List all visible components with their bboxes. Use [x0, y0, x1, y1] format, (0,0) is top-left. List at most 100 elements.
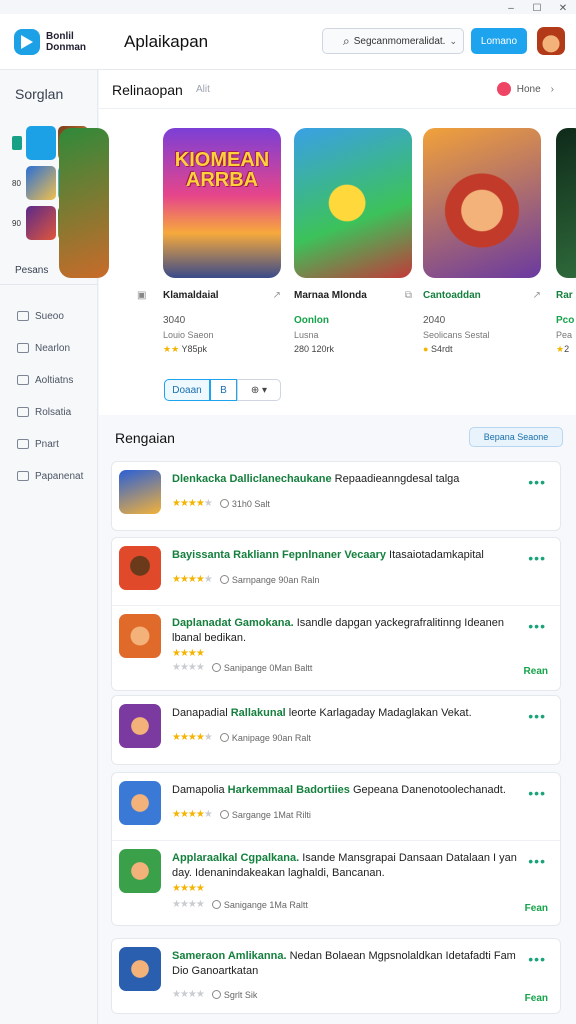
- card-line-4: ★★ Y85pk: [163, 344, 208, 354]
- item-meta-rating: ★★★★: [172, 883, 212, 894]
- app-icon: [119, 947, 161, 991]
- nav-icon: [17, 407, 29, 417]
- sidebar-item-label: Nearlon: [35, 342, 71, 354]
- sidebar-item-pnart[interactable]: Pnart: [17, 428, 83, 460]
- clock-icon: [219, 733, 229, 742]
- header-primary-button[interactable]: Lomano: [471, 28, 527, 54]
- card-name[interactable]: Marnaa Mlonda: [294, 290, 412, 301]
- share-icon[interactable]: ↗: [273, 290, 281, 301]
- list-card: Danapadial Rallakunal leorte Karlagaday …: [111, 695, 561, 765]
- item-link[interactable]: Rean: [524, 666, 548, 677]
- sidebar-item-aoltiatns[interactable]: Aoltiatns: [17, 364, 83, 396]
- featured-card[interactable]: [294, 128, 412, 278]
- list-item[interactable]: Damapolia Harkemmaal Badortiies Gepeana …: [112, 773, 560, 841]
- sidebar-user-label: Pesans: [15, 264, 49, 276]
- more-options-icon[interactable]: •••: [528, 618, 546, 634]
- segment-doaan[interactable]: Doaan: [164, 379, 210, 401]
- divider: [0, 284, 97, 285]
- card-line-3: Lusna: [294, 330, 319, 340]
- rating-stars: ★★★★★: [172, 498, 213, 509]
- list-item[interactable]: Danapadial Rallakunal leorte Karlagaday …: [112, 696, 560, 764]
- card-meta: Cantoaddan ↗ 2040 Seolicans Sestal ● S4r…: [423, 290, 541, 354]
- item-meta: ★★★★★ Sargange 1Mat Rilti: [172, 809, 311, 820]
- sidebar-item-nearlon[interactable]: Nearlon: [17, 332, 83, 364]
- share-icon[interactable]: ↗: [533, 290, 541, 301]
- card-name[interactable]: Cantoaddan: [423, 290, 541, 301]
- nav-icon: [17, 343, 29, 353]
- search-icon: ⌕: [343, 33, 350, 48]
- more-options-icon[interactable]: •••: [528, 785, 546, 801]
- thumb-game-tile[interactable]: [26, 206, 56, 240]
- rating-stars-muted: ★★★★: [172, 662, 205, 673]
- list-card: Damapolia Harkemmaal Badortiies Gepeana …: [111, 772, 561, 926]
- chevron-down-icon[interactable]: ⌄: [449, 36, 457, 47]
- app-icon: [119, 849, 161, 893]
- more-options-icon[interactable]: •••: [528, 853, 546, 869]
- sidebar-item-label: Aoltiatns: [35, 374, 74, 386]
- card-line-2: 3040: [163, 315, 186, 326]
- segment-b[interactable]: B: [210, 379, 237, 401]
- app-icon: [119, 546, 161, 590]
- thumb-app-tile[interactable]: [26, 126, 56, 160]
- list-item[interactable]: Bayissanta Rakliann Fepnlnaner Vecaary I…: [112, 538, 560, 606]
- item-meta: ★★★★ Sgrlt Sik: [172, 989, 258, 1000]
- app-logo-icon[interactable]: [14, 28, 40, 55]
- card-name[interactable]: Rar: [556, 290, 576, 301]
- thumb-badge: [12, 136, 22, 150]
- card-line-4: ● S4rdt: [423, 344, 453, 354]
- sidebar-item-label: Rolsatia: [35, 406, 72, 418]
- more-options-icon[interactable]: •••: [528, 550, 546, 566]
- list-card: Sameraon Amlikanna. Nedan Bolaean Mgpsno…: [111, 938, 561, 1014]
- divider: [99, 108, 576, 109]
- item-meta: ★★★★★ Sarnpange 90an Raln: [172, 574, 320, 585]
- featured-subtitle: Alit: [196, 84, 210, 95]
- item-meta-rating: ★★★★: [172, 648, 212, 659]
- featured-card[interactable]: [423, 128, 541, 278]
- thumb-game-tile[interactable]: [26, 166, 56, 200]
- list-card: Bayissanta Rakliann Fepnlnaner Vecaary I…: [111, 537, 561, 691]
- item-text: Applaraalkal Cgpalkana. Isande Mansgrapa…: [172, 852, 517, 879]
- app-icon: [119, 781, 161, 825]
- card-art-title: KIOMEAN ARRBA: [174, 149, 270, 191]
- sidebar-item-sueoo[interactable]: Sueoo: [17, 300, 83, 332]
- sidebar-item-papanenat[interactable]: Papanenat: [17, 460, 83, 492]
- featured-card-partial-right[interactable]: [556, 128, 576, 278]
- featured-card-partial-left[interactable]: [59, 128, 109, 278]
- chevron-right-icon: ›: [550, 83, 554, 95]
- copy-icon[interactable]: ⧉: [405, 290, 412, 301]
- more-options-icon[interactable]: •••: [528, 951, 546, 967]
- app-icon: [119, 470, 161, 514]
- card-name[interactable]: Klamaldaial: [163, 290, 281, 301]
- clock-icon: [211, 900, 221, 909]
- rating-stars-muted: ★★★★: [172, 989, 205, 1000]
- search-input[interactable]: ⌕ Segcanmomeralidat. ⌄: [322, 28, 464, 54]
- avatar[interactable]: [537, 27, 565, 55]
- featured-toggle-label: Hone: [516, 83, 541, 95]
- sidebar-item-rolsatia[interactable]: Rolsatia: [17, 396, 83, 428]
- record-icon: [496, 82, 511, 96]
- list-item[interactable]: Daplanadat Gamokana. Isandle dapgan yack…: [112, 606, 560, 690]
- item-link[interactable]: Fean: [525, 993, 548, 1004]
- nav-icon: [17, 375, 29, 385]
- brand-line-2: Donman: [46, 41, 86, 53]
- nav-icon: [17, 439, 29, 449]
- more-options-icon[interactable]: •••: [528, 474, 546, 490]
- card-line-4: 280 120rk: [294, 344, 335, 354]
- search-text: Segcanmomeralidat.: [353, 35, 446, 47]
- featured-card[interactable]: KIOMEAN ARRBA: [163, 128, 281, 278]
- featured-toggle[interactable]: Hone ›: [496, 82, 554, 96]
- rating-stars: ★★★★: [172, 883, 205, 894]
- list-item[interactable]: Dlenkacka Dalliclanechaukane Repaadieann…: [112, 462, 560, 530]
- clock-icon: [211, 990, 221, 999]
- list-item[interactable]: Applaraalkal Cgpalkana. Isande Mansgrapa…: [112, 841, 560, 925]
- card-line-3: Louio Saeon: [163, 330, 214, 340]
- item-text: Sameraon Amlikanna. Nedan Bolaean Mgpsno…: [172, 950, 516, 977]
- segment-more[interactable]: ⊕ ▾: [237, 379, 281, 401]
- item-text: Daplanadat Gamokana. Isandle dapgan yack…: [172, 617, 505, 644]
- segmented-control: Doaan B ⊕ ▾: [164, 379, 281, 401]
- more-options-icon[interactable]: •••: [528, 708, 546, 724]
- card-meta-partial: Rar Pco Pea ★2: [556, 290, 576, 355]
- list-action-button[interactable]: Bepana Seaone: [469, 427, 563, 447]
- item-link[interactable]: Fean: [525, 903, 548, 914]
- list-item[interactable]: Sameraon Amlikanna. Nedan Bolaean Mgpsno…: [112, 939, 560, 1013]
